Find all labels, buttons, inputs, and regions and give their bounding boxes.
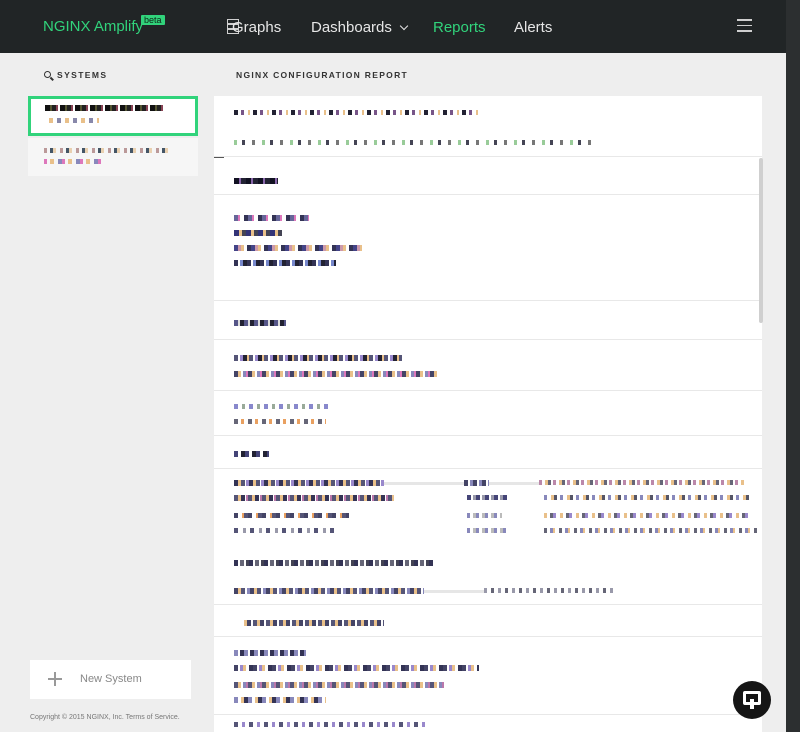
new-system-button[interactable]: New System: [30, 660, 191, 699]
chat-icon[interactable]: [733, 681, 771, 719]
chevron-down-icon: [399, 21, 409, 31]
nav-dashboards[interactable]: Dashboards: [311, 19, 409, 36]
panel-divider: [214, 157, 224, 158]
nav-graphs[interactable]: Graphs: [232, 19, 281, 36]
report-scrollbar[interactable]: [759, 158, 763, 323]
hamburger-menu-icon[interactable]: [737, 19, 752, 32]
window-edge: [786, 0, 800, 732]
report-title: NGINX CONFIGURATION REPORT: [236, 70, 409, 80]
systems-heading-label: SYSTEMS: [57, 70, 108, 80]
systems-heading: SYSTEMS: [44, 70, 107, 80]
system-item[interactable]: [28, 138, 198, 176]
search-icon[interactable]: [44, 71, 51, 78]
system-item-selected[interactable]: [28, 96, 198, 136]
plus-icon: [48, 672, 62, 686]
report-panel: [214, 96, 762, 732]
beta-badge: beta: [141, 15, 165, 25]
copyright-text: Copyright © 2015 NGINX, Inc. Terms of Se…: [30, 714, 180, 721]
nav-alerts[interactable]: Alerts: [514, 19, 552, 36]
brand-logo[interactable]: NGINX Amplify: [43, 18, 143, 35]
nav-reports[interactable]: Reports: [433, 19, 486, 36]
nav-dashboards-label: Dashboards: [311, 19, 392, 36]
top-navigation-bar: NGINX Amplify beta Graphs Dashboards Rep…: [0, 0, 786, 53]
new-system-label: New System: [80, 673, 142, 685]
